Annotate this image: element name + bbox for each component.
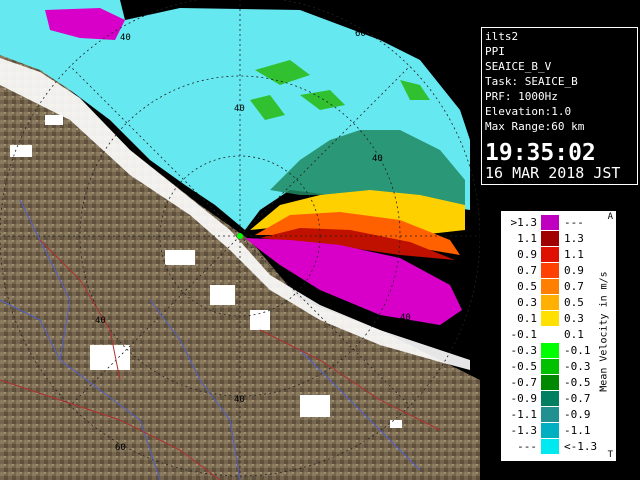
legend-row: 0.1 0.3 bbox=[501, 311, 601, 326]
legend-color-swatch bbox=[541, 279, 559, 294]
range-label: 40 bbox=[120, 33, 131, 43]
legend-row: 0.9 1.1 bbox=[501, 247, 601, 262]
legend-row: >1.3 --- bbox=[501, 215, 601, 230]
legend-low-value: 0.1 bbox=[517, 312, 537, 325]
legend-low-value: -0.1 bbox=[510, 328, 538, 341]
legend-high-value: 1.3 bbox=[564, 232, 584, 245]
legend-low-value: --- bbox=[517, 440, 537, 453]
scan-mode: PPI bbox=[485, 45, 505, 58]
range-label: 40 bbox=[400, 313, 411, 323]
legend-low-value: 0.5 bbox=[517, 280, 537, 293]
legend-color-swatch bbox=[541, 263, 559, 278]
legend-color-swatch bbox=[541, 295, 559, 310]
legend-row: --- <-1.3 bbox=[501, 439, 601, 454]
legend-low-value: -0.9 bbox=[510, 392, 538, 405]
range-label: 40 bbox=[95, 316, 106, 326]
legend-color-swatch bbox=[541, 439, 559, 454]
legend-row: -1.3 -1.1 bbox=[501, 423, 601, 438]
range-label: 60 bbox=[115, 443, 126, 453]
legend-low-value: -0.3 bbox=[510, 344, 538, 357]
range-label: 40 bbox=[372, 154, 383, 164]
legend-color-swatch bbox=[541, 247, 559, 262]
legend-color-swatch bbox=[541, 343, 559, 358]
legend-row: -0.9 -0.7 bbox=[501, 391, 601, 406]
legend-title: Mean Velocity in m/s bbox=[598, 271, 610, 392]
elevation-value: Elevation:1.0 bbox=[485, 105, 572, 118]
legend-color-swatch bbox=[541, 311, 559, 326]
legend-top-mark: A bbox=[607, 212, 613, 222]
legend-color-swatch bbox=[541, 215, 559, 230]
prf-value: PRF: 1000Hz bbox=[485, 90, 558, 103]
range-label: 40 bbox=[234, 104, 245, 114]
product-name: SEAICE_B_V bbox=[485, 60, 552, 73]
legend-high-value: --- bbox=[564, 216, 584, 229]
task-name: Task: SEAICE_B bbox=[485, 75, 578, 88]
legend-color-swatch bbox=[541, 391, 559, 406]
legend-row: -0.5 -0.3 bbox=[501, 359, 601, 374]
legend-row: 0.5 0.7 bbox=[501, 279, 601, 294]
legend-color-swatch bbox=[541, 231, 559, 246]
legend-low-value: -0.5 bbox=[510, 360, 538, 373]
legend-color-swatch bbox=[541, 327, 559, 342]
scan-info-panel: ilts2 PPI SEAICE_B_V Task: SEAICE_B PRF:… bbox=[481, 27, 638, 185]
legend-low-value: -0.7 bbox=[510, 376, 538, 389]
legend-row: 1.1 1.3 bbox=[501, 231, 601, 246]
legend-color-swatch bbox=[541, 375, 559, 390]
scan-time: 19:35:02 bbox=[485, 140, 596, 166]
max-range-value: Max Range:60 km bbox=[485, 120, 585, 133]
legend-low-value: -1.1 bbox=[510, 408, 538, 421]
velocity-color-legend: >1.3 --- 1.1 1.3 0.9 1.1 0.7 0.9 0.5 0.7 0.3 0.5 0.1… bbox=[500, 210, 617, 462]
radar-site-marker bbox=[237, 233, 243, 239]
legend-low-value: -1.3 bbox=[510, 424, 538, 437]
radar-ppi-display: 40 60 40 40 40 40 60 40 bbox=[0, 0, 480, 480]
legend-low-value: 0.7 bbox=[517, 264, 537, 277]
legend-color-swatch bbox=[541, 423, 559, 438]
legend-bottom-mark: T bbox=[607, 450, 613, 460]
legend-color-swatch bbox=[541, 359, 559, 374]
legend-low-value: 0.9 bbox=[517, 248, 537, 261]
radar-id: ilts2 bbox=[485, 30, 519, 43]
scan-date: 16 MAR 2018 JST bbox=[485, 164, 621, 182]
legend-row: -1.1 -0.9 bbox=[501, 407, 601, 422]
legend-low-value: >1.3 bbox=[510, 216, 538, 229]
legend-low-value: 0.3 bbox=[517, 296, 537, 309]
legend-high-value: <-1.3 bbox=[564, 440, 598, 453]
legend-low-value: 1.1 bbox=[517, 232, 537, 245]
legend-row: -0.3 -0.1 bbox=[501, 343, 601, 358]
legend-color-swatch bbox=[541, 407, 559, 422]
range-label: 60 bbox=[355, 29, 366, 39]
range-label: 40 bbox=[234, 395, 245, 405]
legend-row: -0.7 -0.5 bbox=[501, 375, 601, 390]
legend-row: 0.3 0.5 bbox=[501, 295, 601, 310]
legend-row: -0.1 0.1 bbox=[501, 327, 601, 342]
legend-row: 0.7 0.9 bbox=[501, 263, 601, 278]
